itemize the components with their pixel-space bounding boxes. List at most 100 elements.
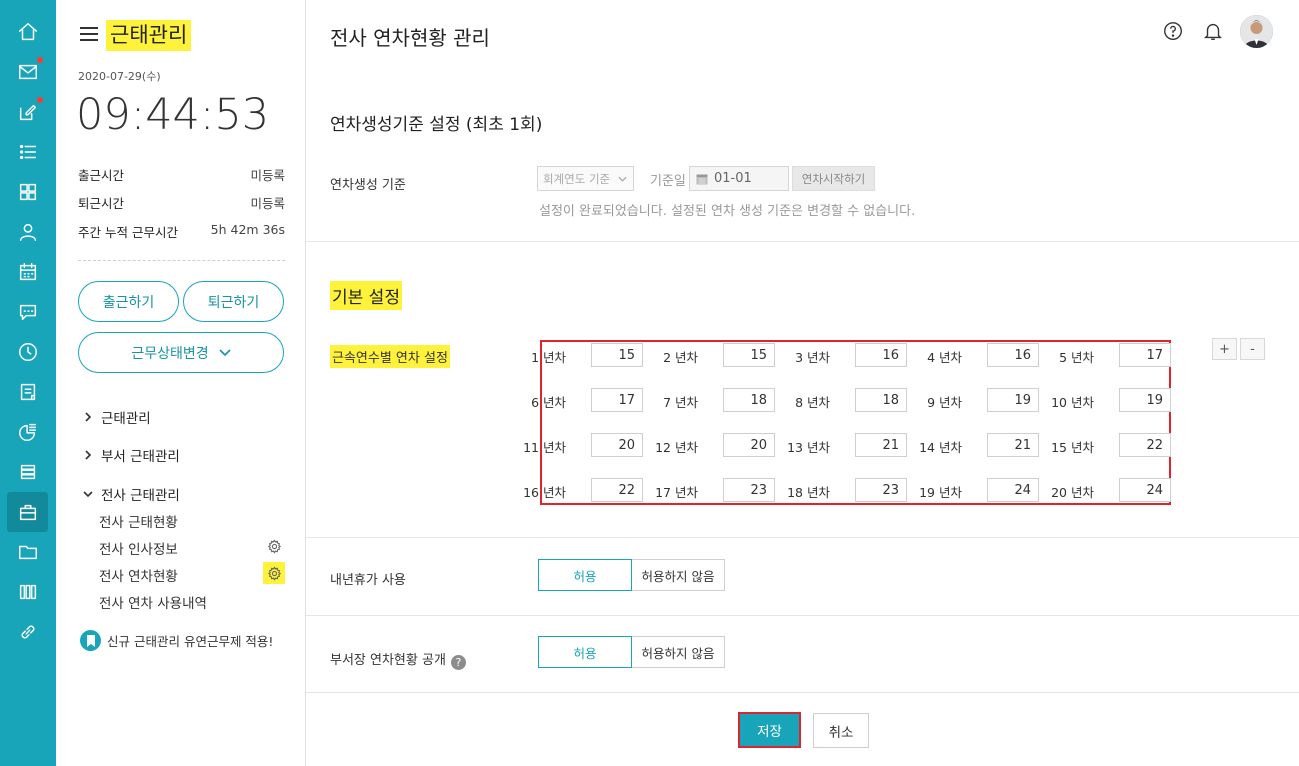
edit-icon[interactable]: [0, 92, 56, 132]
year-entry: 12 년차 20: [655, 433, 775, 457]
nav-company-attendance[interactable]: 전사 근태관리: [83, 484, 180, 504]
subnav-company-hr[interactable]: 전사 인사정보: [99, 538, 178, 558]
year-entry: 2 년차 15: [663, 343, 775, 367]
year-value-input[interactable]: 20: [723, 433, 775, 457]
criteria-hint: 설정이 완료되었습니다. 설정된 연차 생성 기준은 변경할 수 없습니다.: [539, 204, 916, 219]
year-value-input[interactable]: 16: [855, 343, 907, 367]
criteria-select-value: 회계연도 기준: [543, 171, 611, 186]
year-label: 14 년차: [919, 440, 962, 455]
year-label: 18 년차: [787, 485, 830, 500]
year-value-input[interactable]: 17: [1119, 343, 1171, 367]
add-year-button[interactable]: +: [1212, 338, 1237, 360]
year-entry: 19 년차 24: [919, 478, 1039, 502]
year-value-input[interactable]: 23: [723, 478, 775, 502]
archive-icon[interactable]: [0, 572, 56, 612]
stat-clock-out: 퇴근시간 미등록: [78, 193, 285, 212]
year-label: 5 년차: [1059, 350, 1094, 365]
bell-icon[interactable]: [1200, 18, 1226, 44]
year-value-input[interactable]: 15: [591, 343, 643, 367]
nav-attendance[interactable]: 근태관리: [83, 407, 151, 427]
settings-gear-icon[interactable]: [263, 562, 285, 584]
status-change-button[interactable]: 근무상태변경: [78, 332, 284, 373]
year-value-input[interactable]: 17: [591, 388, 643, 412]
icon-rail: [0, 0, 56, 766]
subnav-company-leave[interactable]: 전사 연차현황: [99, 565, 178, 585]
criteria-label: 연차생성 기준: [330, 178, 406, 193]
list-icon[interactable]: [0, 132, 56, 172]
year-value-input[interactable]: 23: [855, 478, 907, 502]
user-icon[interactable]: [0, 212, 56, 252]
chevron-down-icon: [618, 176, 627, 182]
ref-date-input: 01-01: [689, 166, 789, 191]
year-value-input[interactable]: 19: [987, 388, 1039, 412]
avatar[interactable]: [1240, 15, 1273, 48]
dept-allow-button[interactable]: 허용: [538, 636, 632, 668]
chevron-down-icon: [219, 348, 231, 356]
year-value-input[interactable]: 19: [1119, 388, 1171, 412]
notice-banner[interactable]: 신규 근태관리 유연근무제 적용!: [80, 630, 273, 651]
settings-gear-icon[interactable]: [265, 537, 283, 555]
document-icon[interactable]: [0, 372, 56, 412]
year-value-input[interactable]: 24: [1119, 478, 1171, 502]
year-value-input[interactable]: 18: [855, 388, 907, 412]
year-value-input[interactable]: 21: [855, 433, 907, 457]
year-entry: 1 년차 15: [531, 343, 643, 367]
year-value-input[interactable]: 22: [591, 478, 643, 502]
subnav-company-leave-usage[interactable]: 전사 연차 사용내역: [99, 592, 207, 612]
cancel-button[interactable]: 취소: [813, 713, 869, 748]
year-entry: 10 년차 19: [1051, 388, 1171, 412]
main-content: 전사 연차현황 관리 연차생성기준 설정 (최초 1회) 연차생성 기준 회계연…: [306, 0, 1299, 766]
year-value-input[interactable]: 22: [1119, 433, 1171, 457]
divider: [306, 241, 1299, 242]
briefcase-icon[interactable]: [7, 492, 48, 532]
start-leave-button[interactable]: 연차시작하기: [792, 166, 875, 191]
year-value-input[interactable]: 18: [723, 388, 775, 412]
home-icon[interactable]: [0, 12, 56, 52]
year-value-input[interactable]: 24: [987, 478, 1039, 502]
next-year-leave-label: 내년휴가 사용: [330, 573, 406, 588]
year-value-input[interactable]: 15: [723, 343, 775, 367]
next-year-allow-button[interactable]: 허용: [538, 559, 632, 591]
chevron-right-icon: [85, 412, 92, 422]
next-year-deny-button[interactable]: 허용하지 않음: [632, 559, 725, 591]
save-button[interactable]: 저장: [738, 712, 801, 748]
mail-icon[interactable]: [0, 52, 56, 92]
dept-head-visibility-toggle: 허용 허용하지 않음: [538, 636, 725, 668]
stack-icon[interactable]: [0, 452, 56, 492]
year-entry: 16 년차 22: [523, 478, 643, 502]
help-icon[interactable]: [1160, 18, 1186, 44]
dept-deny-button[interactable]: 허용하지 않음: [632, 636, 725, 668]
year-value-input[interactable]: 21: [987, 433, 1039, 457]
year-entry: 5 년차 17: [1059, 343, 1171, 367]
clock-in-button[interactable]: 출근하기: [78, 281, 179, 322]
year-entry: 14 년차 21: [919, 433, 1039, 457]
help-icon[interactable]: ?: [450, 655, 466, 670]
folder-icon[interactable]: [0, 532, 56, 572]
divider: [306, 537, 1299, 538]
year-entry: 3 년차 16: [795, 343, 907, 367]
year-value-input[interactable]: 20: [591, 433, 643, 457]
year-entry: 13 년차 21: [787, 433, 907, 457]
dept-head-visibility-text: 부서장 연차현황 공개: [330, 653, 446, 668]
chart-icon[interactable]: [0, 412, 56, 452]
menu-icon[interactable]: [80, 27, 98, 41]
calendar-icon[interactable]: [0, 252, 56, 292]
link-icon[interactable]: [0, 612, 56, 652]
grid-icon[interactable]: [0, 172, 56, 212]
clock-out-button[interactable]: 퇴근하기: [183, 281, 284, 322]
year-entry: 8 년차 18: [795, 388, 907, 412]
year-label: 15 년차: [1051, 440, 1094, 455]
next-year-leave-toggle: 허용 허용하지 않음: [538, 559, 725, 591]
chat-icon[interactable]: [0, 292, 56, 332]
remove-year-button[interactable]: -: [1240, 338, 1265, 360]
subnav-company-status[interactable]: 전사 근태현황: [99, 511, 178, 531]
clock-icon[interactable]: [0, 332, 56, 372]
year-value-input[interactable]: 16: [987, 343, 1039, 367]
nav-label: 부서 근태관리: [101, 449, 180, 465]
year-entry: 17 년차 23: [655, 478, 775, 502]
year-label: 13 년차: [787, 440, 830, 455]
year-label: 19 년차: [919, 485, 962, 500]
nav-dept-attendance[interactable]: 부서 근태관리: [83, 445, 180, 465]
notice-text: 신규 근태관리 유연근무제 적용!: [107, 634, 274, 649]
dept-head-visibility-label: 부서장 연차현황 공개?: [330, 649, 466, 670]
